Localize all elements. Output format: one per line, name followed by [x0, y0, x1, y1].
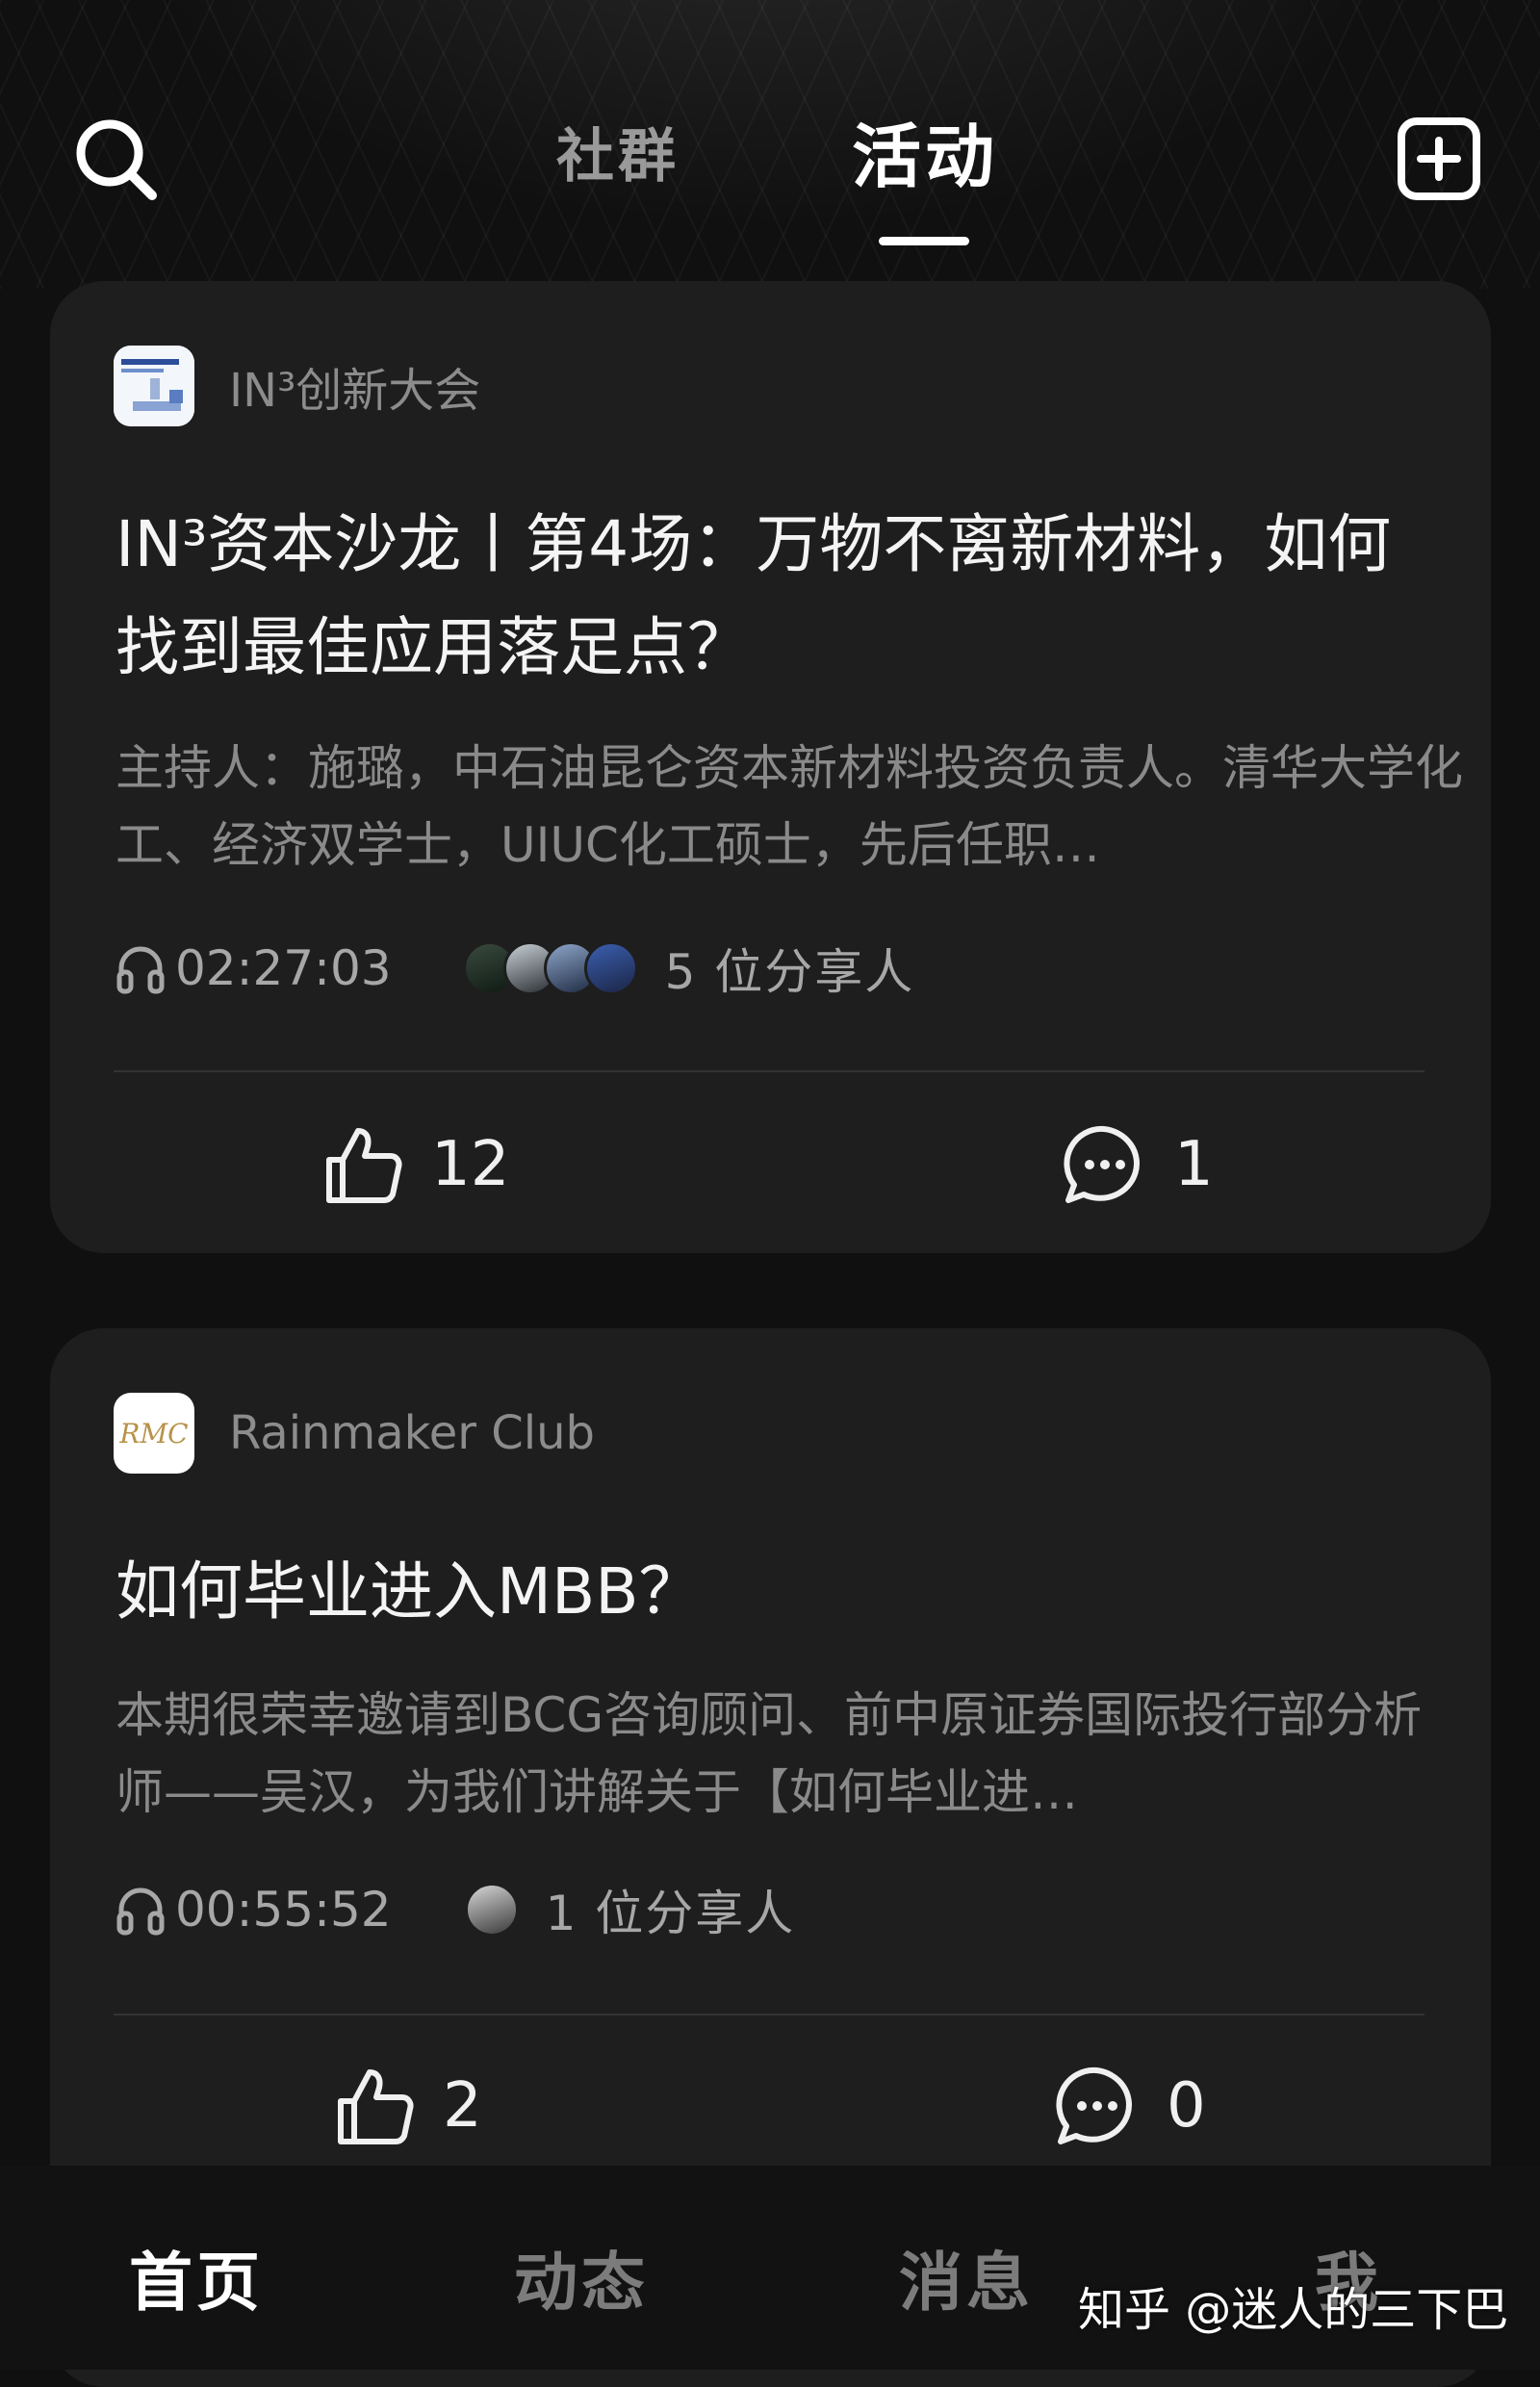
event-card[interactable]: IN³创新大会 IN³资本沙龙丨第4场：万物不离新材料，如何找到最佳应用落足点？…	[50, 281, 1491, 1253]
comment-bubble-icon	[1064, 1125, 1140, 1203]
like-button[interactable]: 12	[321, 1116, 509, 1213]
tab-community[interactable]: 社群	[556, 114, 680, 200]
comment-count: 0	[1167, 2070, 1206, 2142]
comment-button[interactable]: 1	[1061, 1116, 1214, 1213]
avatar	[464, 1883, 519, 1937]
active-tab-indicator	[879, 237, 969, 245]
club-header[interactable]: RMC Rainmaker Club	[114, 1392, 595, 1475]
sharer-count: 5 位分享人	[664, 944, 915, 1000]
event-description: 本期很荣幸邀请到BCG咨询顾问、前中原证券国际投行部分析师——吴汉，为我们讲解关…	[116, 1687, 1423, 1820]
sharer-count: 1 位分享人	[545, 1886, 796, 1941]
comment-bubble-icon	[1056, 2066, 1132, 2144]
speaker-avatars[interactable]	[464, 1883, 519, 1937]
audio-duration: 02:27:03	[175, 940, 392, 996]
club-name: Rainmaker Club	[229, 1406, 595, 1460]
headphones-icon	[116, 1887, 165, 1936]
bottom-nav: 首页 动态 消息 我	[0, 2166, 1540, 2370]
club-logo	[114, 346, 194, 426]
speaker-avatars[interactable]	[462, 941, 638, 995]
like-count: 2	[443, 2070, 482, 2142]
nav-messages[interactable]: 消息	[899, 2231, 1034, 2323]
event-meta: 00:55:52 1 位分享人	[114, 1876, 795, 1943]
like-count: 12	[431, 1129, 510, 1200]
thumbs-up-icon	[326, 1128, 402, 1203]
club-header[interactable]: IN³创新大会	[114, 345, 480, 427]
top-header: 社群 活动	[0, 0, 1540, 260]
club-name: IN³创新大会	[229, 364, 481, 418]
headphones-icon	[116, 946, 165, 994]
club-logo: RMC	[114, 1393, 194, 1474]
top-tabs: 社群 活动	[0, 114, 1540, 245]
nav-feed[interactable]: 动态	[514, 2231, 649, 2323]
watermark: 知乎 @迷人的三下巴	[1078, 2283, 1509, 2337]
nav-home[interactable]: 首页	[129, 2231, 264, 2323]
card-divider	[114, 1070, 1424, 1072]
avatar	[583, 941, 638, 995]
comment-button[interactable]: 0	[1053, 2058, 1206, 2154]
event-title[interactable]: 如何毕业进入MBB？	[116, 1540, 1434, 1643]
create-button[interactable]	[1391, 111, 1487, 207]
thumbs-up-icon	[338, 2069, 414, 2144]
tab-activity[interactable]: 活动	[852, 114, 998, 200]
add-square-icon	[1398, 117, 1480, 200]
event-description: 主持人：施璐，中石油昆仑资本新材料投资负责人。清华大学化工、经济双学士，UIUC…	[116, 740, 1463, 873]
event-meta: 02:27:03 5 位分享人	[114, 935, 914, 1002]
comment-count: 1	[1174, 1129, 1214, 1200]
card-divider	[114, 2014, 1424, 2015]
event-title[interactable]: IN³资本沙龙丨第4场：万物不离新材料，如何找到最佳应用落足点？	[116, 493, 1434, 699]
club-logo-text: RMC	[119, 1417, 189, 1450]
audio-duration: 00:55:52	[175, 1882, 392, 1938]
like-button[interactable]: 2	[333, 2058, 482, 2154]
club-logo-image	[114, 346, 194, 426]
